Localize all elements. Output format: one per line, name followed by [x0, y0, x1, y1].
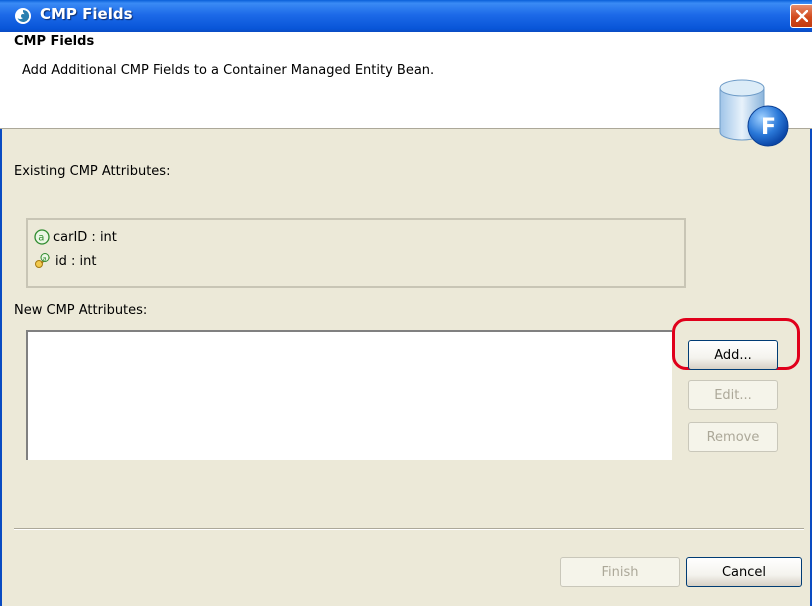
key-attribute-icon: a: [35, 253, 51, 268]
remove-button[interactable]: Remove: [688, 422, 778, 452]
svg-text:a: a: [43, 254, 47, 262]
wizard-header: [0, 32, 812, 129]
existing-attributes-label: Existing CMP Attributes:: [14, 164, 171, 179]
svg-text:F: F: [761, 115, 776, 140]
list-item[interactable]: a id : int: [34, 252, 96, 270]
close-button[interactable]: [790, 4, 812, 28]
cmp-fields-dialog: CMP Fields CMP Fields Add Additional CMP…: [0, 0, 812, 606]
svg-text:a: a: [38, 233, 44, 244]
eclipse-wizard-icon: [15, 8, 31, 24]
footer-divider: [14, 528, 804, 530]
finish-button[interactable]: Finish: [560, 557, 680, 587]
attribute-icon: a: [34, 229, 50, 245]
list-item[interactable]: a carID : int: [34, 228, 117, 246]
attribute-name: carID : int: [53, 229, 117, 245]
existing-attributes-list[interactable]: a carID : int a id : int: [26, 218, 686, 288]
add-button[interactable]: Add...: [688, 340, 778, 370]
page-title: CMP Fields: [14, 34, 95, 49]
close-icon: [796, 10, 808, 22]
title-bar[interactable]: CMP Fields: [0, 0, 812, 32]
attribute-name: id : int: [55, 253, 97, 269]
page-description: Add Additional CMP Fields to a Container…: [22, 63, 435, 78]
new-attributes-label: New CMP Attributes:: [14, 303, 148, 318]
cmp-field-wizard-icon: F: [719, 79, 789, 147]
edit-button[interactable]: Edit...: [688, 380, 778, 410]
new-attributes-list[interactable]: [26, 330, 672, 460]
window-title: CMP Fields: [40, 5, 133, 23]
cancel-button[interactable]: Cancel: [686, 557, 802, 587]
